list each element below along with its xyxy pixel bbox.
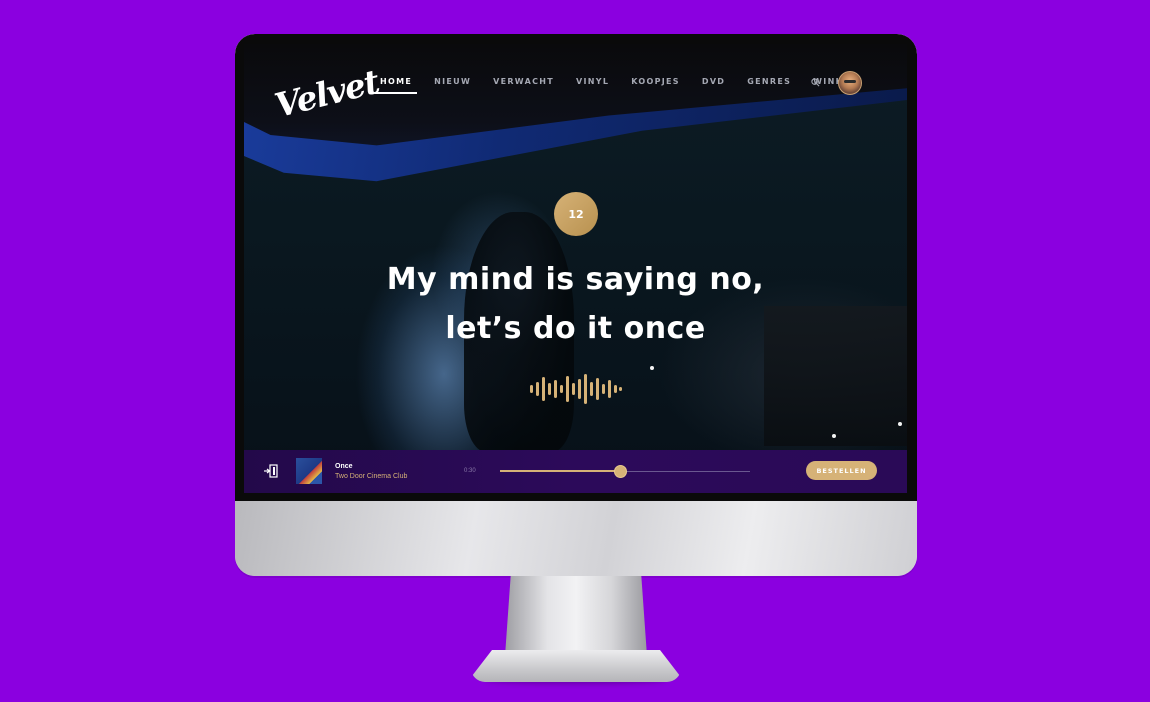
order-button[interactable]: BESTELLEN (806, 461, 877, 480)
music-player-bar: Once Two Door Cinema Club 0:30 BESTELLEN (244, 450, 907, 493)
monitor-stand (505, 576, 647, 656)
hero-headline-line1: My mind is saying no, (386, 262, 765, 297)
audio-waveform-icon[interactable] (530, 374, 622, 404)
progress-handle[interactable] (614, 465, 627, 478)
monitor-chin (235, 501, 917, 576)
nav-item-home[interactable]: HOME (374, 77, 418, 94)
user-avatar[interactable] (838, 71, 862, 95)
monitor-base (471, 650, 681, 682)
nav-item-nieuw[interactable]: NIEUW (434, 77, 471, 91)
album-cover[interactable] (296, 458, 322, 484)
song-artist: Two Door Cinema Club (335, 473, 408, 480)
stage-light-dot (650, 366, 654, 370)
nav-item-dvd[interactable]: DVD (702, 77, 725, 91)
exit-icon[interactable] (264, 464, 278, 478)
nav-item-vinyl[interactable]: VINYL (576, 77, 609, 91)
playback-time: 0:30 (464, 468, 476, 474)
track-number-badge: 12 (554, 192, 598, 236)
main-nav: HOME NIEUW VERWACHT VINYL KOOPJES DVD GE… (374, 77, 885, 94)
nav-item-koopjes[interactable]: KOOPJES (631, 77, 680, 91)
nav-item-verwacht[interactable]: VERWACHT (493, 77, 554, 91)
hero-headline-line2: let’s do it once (445, 311, 706, 346)
stage-light-dot (898, 422, 902, 426)
search-icon[interactable] (811, 78, 820, 87)
progress-fill (500, 470, 620, 472)
song-title: Once (335, 463, 353, 470)
stage-light-dot (832, 434, 836, 438)
website-screen: Velvet HOME NIEUW VERWACHT VINYL KOOPJES… (244, 44, 907, 493)
nav-item-genres[interactable]: GENRES (747, 77, 791, 91)
